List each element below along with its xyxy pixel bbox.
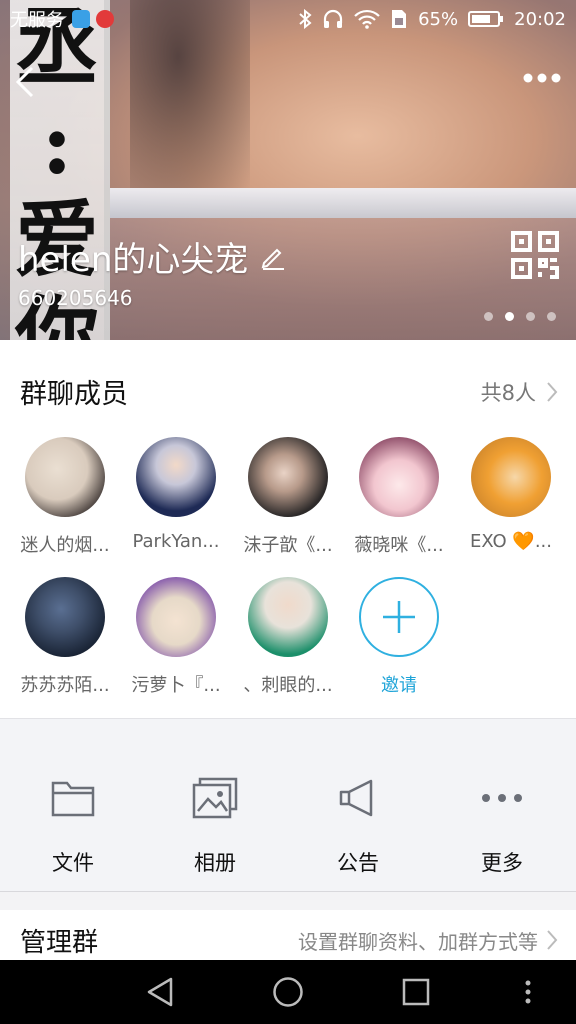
member-name: 、刺眼的...: [243, 675, 333, 696]
edit-pencil-icon[interactable]: [260, 244, 286, 270]
invite-circle: [359, 577, 439, 657]
members-count[interactable]: 共8人: [481, 377, 558, 407]
member-name: 迷人的烟...: [20, 535, 110, 556]
member-item[interactable]: 苏苏苏陌...: [9, 577, 121, 697]
netease-music-icon: [96, 10, 114, 28]
page-dot: [484, 312, 493, 321]
more-options-button[interactable]: [520, 66, 564, 90]
announcement-label: 公告: [337, 851, 379, 875]
members-count-label: 共8人: [480, 380, 536, 405]
members-title: 群聊成员: [20, 379, 128, 410]
member-item[interactable]: ParkYan...: [120, 437, 232, 552]
more-dots-icon: [523, 73, 561, 83]
back-button[interactable]: [10, 62, 40, 102]
nav-back-button[interactable]: [140, 974, 180, 1010]
member-name: 沫子歆《...: [243, 535, 333, 556]
plus-icon: [383, 601, 415, 633]
triangle-back-icon: [147, 977, 173, 1007]
cover-photo-band: [110, 188, 576, 218]
qr-code-icon: [511, 231, 559, 279]
system-nav-bar: [0, 960, 576, 1024]
files-button[interactable]: 文件: [13, 775, 133, 877]
folder-icon: [13, 775, 133, 821]
bluetooth-icon: [299, 9, 312, 29]
vertical-dots-icon: [525, 980, 531, 1004]
page-dot: [526, 312, 535, 321]
member-name: ParkYan...: [132, 531, 220, 552]
member-item[interactable]: 污萝卜『...: [120, 577, 232, 697]
nav-home-button[interactable]: [268, 974, 308, 1010]
invite-member-button[interactable]: 邀请: [343, 577, 455, 697]
sticker-char: :: [41, 94, 73, 193]
group-tools-section: 文件 相册 公告 更多: [0, 718, 576, 892]
page-dot: [505, 312, 514, 321]
member-item[interactable]: EXO 🧡...: [455, 437, 567, 552]
status-bar: 无服务 65% 20:02: [0, 0, 576, 38]
group-id: 660205646: [18, 286, 133, 310]
album-button[interactable]: 相册: [155, 775, 275, 877]
member-avatar: [248, 437, 328, 517]
member-item[interactable]: 、刺眼的...: [232, 577, 344, 697]
group-name-row[interactable]: helen的心尖宠: [18, 232, 286, 281]
sim-icon: [392, 10, 407, 28]
manage-group-title: 管理群: [20, 927, 99, 958]
chevron-right-icon: [547, 930, 558, 950]
more-tools-button[interactable]: 更多: [442, 775, 562, 877]
battery-icon: [468, 11, 504, 27]
group-members-section: 群聊成员 共8人 迷人的烟... ParkYan... 沫子歆《... 薇晓咪《…: [0, 340, 576, 718]
chevron-right-icon: [547, 381, 558, 402]
status-right: 65% 20:02: [298, 9, 566, 30]
files-label: 文件: [52, 851, 94, 875]
member-avatar: [136, 577, 216, 657]
member-name: 薇晓咪《...: [354, 535, 444, 556]
member-item[interactable]: 沫子歆《...: [232, 437, 344, 557]
square-recents-icon: [402, 978, 430, 1006]
app-notification-icon: [72, 10, 90, 28]
announcement-button[interactable]: 公告: [298, 775, 418, 877]
manage-group-desc: 设置群聊资料、加群方式等: [298, 929, 538, 954]
album-icon: [155, 775, 275, 821]
more-tools-label: 更多: [481, 851, 523, 875]
clock: 20:02: [514, 8, 566, 30]
group-name: helen的心尖宠: [18, 240, 249, 280]
member-name: 污萝卜『...: [131, 675, 221, 696]
more-dots-icon: [442, 775, 562, 821]
headphones-icon: [324, 9, 343, 28]
member-name: 苏苏苏陌...: [20, 675, 110, 696]
cover-page-indicator: [484, 312, 556, 321]
manage-group-desc-wrap: 设置群聊资料、加群方式等: [298, 926, 558, 955]
carrier-label: 无服务: [10, 10, 64, 31]
member-avatar: [248, 577, 328, 657]
invite-label: 邀请: [381, 675, 417, 696]
page-dot: [547, 312, 556, 321]
qr-code-button[interactable]: [510, 230, 560, 280]
nav-recents-button[interactable]: [396, 974, 436, 1010]
chevron-left-icon: [15, 66, 34, 98]
member-avatar: [25, 577, 105, 657]
member-avatar: [136, 437, 216, 517]
member-item[interactable]: 薇晓咪《...: [343, 437, 455, 557]
battery-percent: 65%: [418, 8, 459, 30]
member-name: EXO 🧡...: [469, 531, 553, 552]
nav-menu-button[interactable]: [508, 974, 548, 1010]
members-header[interactable]: 群聊成员 共8人: [20, 372, 558, 411]
member-item[interactable]: 迷人的烟...: [9, 437, 121, 557]
announcement-icon: [298, 775, 418, 821]
member-avatar: [25, 437, 105, 517]
wifi-icon: [354, 9, 380, 29]
member-avatar: [471, 437, 551, 517]
album-label: 相册: [194, 851, 236, 875]
member-avatar: [359, 437, 439, 517]
circle-home-icon: [273, 977, 303, 1007]
